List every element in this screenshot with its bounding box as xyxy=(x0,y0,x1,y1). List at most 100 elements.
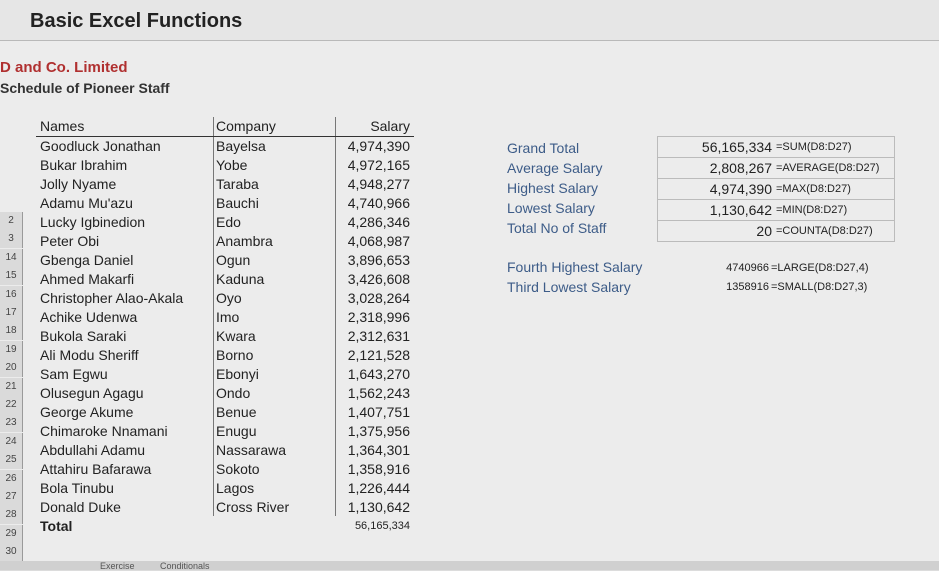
staff-name-cell[interactable]: Jolly Nyame xyxy=(40,175,215,194)
row-number[interactable]: 2 xyxy=(0,212,23,230)
row-number[interactable]: 16 xyxy=(0,285,23,304)
row-number[interactable]: 23 xyxy=(0,414,23,433)
staff-company-cell[interactable]: Borno xyxy=(216,346,334,365)
staff-salary-cell[interactable]: 1,562,243 xyxy=(336,384,410,403)
stat-label[interactable]: Total No of Staff xyxy=(507,218,606,238)
staff-name-cell[interactable]: Donald Duke xyxy=(40,498,215,517)
staff-salary-cell[interactable]: 1,358,916 xyxy=(336,460,410,479)
staff-company-cell[interactable]: Kwara xyxy=(216,327,334,346)
row-number[interactable]: 20 xyxy=(0,359,23,378)
staff-salary-cell[interactable]: 4,740,966 xyxy=(336,194,410,213)
staff-company-cell[interactable]: Enugu xyxy=(216,422,334,441)
stat-value[interactable]: 20 xyxy=(756,221,772,241)
staff-name-cell[interactable]: Achike Udenwa xyxy=(40,308,215,327)
staff-company-cell[interactable]: Ondo xyxy=(216,384,334,403)
stat-formula[interactable]: =COUNTA(D8:D27) xyxy=(776,221,873,241)
stat-label[interactable]: Average Salary xyxy=(507,158,606,178)
staff-company-cell[interactable]: Nassarawa xyxy=(216,441,334,460)
staff-company-cell[interactable]: Anambra xyxy=(216,232,334,251)
stat-value[interactable]: 1,130,642 xyxy=(710,200,772,220)
row-number[interactable]: 25 xyxy=(0,451,23,470)
row-number[interactable]: 19 xyxy=(0,340,23,359)
staff-salary-cell[interactable]: 4,948,277 xyxy=(336,175,410,194)
rank-label[interactable]: Fourth Highest Salary xyxy=(507,257,642,277)
staff-company-cell[interactable]: Bauchi xyxy=(216,194,334,213)
row-number[interactable]: 27 xyxy=(0,488,23,506)
staff-salary-cell[interactable]: 4,972,165 xyxy=(336,156,410,175)
staff-company-cell[interactable]: Oyo xyxy=(216,289,334,308)
staff-salary-cell[interactable]: 4,974,390 xyxy=(336,137,410,156)
rank-formula[interactable]: =SMALL(D8:D27,3) xyxy=(771,278,867,297)
staff-company-cell[interactable]: Ogun xyxy=(216,251,334,270)
staff-name-cell[interactable]: Christopher Alao-Akala xyxy=(40,289,215,308)
staff-name-cell[interactable]: George Akume xyxy=(40,403,215,422)
staff-salary-cell[interactable]: 4,068,987 xyxy=(336,232,410,251)
staff-salary-cell[interactable]: 1,375,956 xyxy=(336,422,410,441)
staff-company-cell[interactable]: Edo xyxy=(216,213,334,232)
rank-value[interactable]: 4740966 xyxy=(726,259,769,278)
stat-label[interactable]: Highest Salary xyxy=(507,178,606,198)
stat-value[interactable]: 2,808,267 xyxy=(710,158,772,178)
staff-name-cell[interactable]: Chimaroke Nnamani xyxy=(40,422,215,441)
rank-value[interactable]: 1358916 xyxy=(726,278,769,297)
staff-salary-cell[interactable]: 1,643,270 xyxy=(336,365,410,384)
staff-salary-cell[interactable]: 3,028,264 xyxy=(336,289,410,308)
stat-value[interactable]: 4,974,390 xyxy=(710,179,772,199)
staff-company-cell[interactable]: Sokoto xyxy=(216,460,334,479)
stat-formula[interactable]: =SUM(D8:D27) xyxy=(776,137,852,157)
staff-name-cell[interactable]: Bukar Ibrahim xyxy=(40,156,215,175)
stat-formula[interactable]: =MAX(D8:D27) xyxy=(776,179,851,199)
rank-formula[interactable]: =LARGE(D8:D27,4) xyxy=(771,259,869,278)
staff-salary-cell[interactable]: 1,364,301 xyxy=(336,441,410,460)
stat-label[interactable]: Lowest Salary xyxy=(507,198,606,218)
staff-name-cell[interactable]: Goodluck Jonathan xyxy=(40,137,215,156)
staff-salary-cell[interactable]: 1,130,642 xyxy=(336,498,410,517)
staff-salary-cell[interactable]: 3,426,608 xyxy=(336,270,410,289)
staff-name-cell[interactable]: Gbenga Daniel xyxy=(40,251,215,270)
schedule-title[interactable]: Schedule of Pioneer Staff xyxy=(0,80,170,96)
row-number[interactable]: 24 xyxy=(0,432,23,451)
row-number[interactable]: 18 xyxy=(0,322,23,341)
staff-salary-cell[interactable]: 2,318,996 xyxy=(336,308,410,327)
staff-company-cell[interactable]: Cross River xyxy=(216,498,334,517)
row-number[interactable]: 3 xyxy=(0,230,23,249)
total-value[interactable]: 56,165,334 xyxy=(336,517,410,536)
total-label[interactable]: Total xyxy=(40,517,215,536)
staff-salary-cell[interactable]: 2,312,631 xyxy=(336,327,410,346)
staff-company-cell[interactable]: Kaduna xyxy=(216,270,334,289)
staff-name-cell[interactable]: Ahmed Makarfi xyxy=(40,270,215,289)
staff-salary-cell[interactable]: 3,896,653 xyxy=(336,251,410,270)
row-number[interactable]: 14 xyxy=(0,248,23,267)
staff-salary-cell[interactable]: 4,286,346 xyxy=(336,213,410,232)
staff-name-cell[interactable]: Abdullahi Adamu xyxy=(40,441,215,460)
header-names[interactable]: Names xyxy=(40,117,215,136)
staff-name-cell[interactable]: Olusegun Agagu xyxy=(40,384,215,403)
row-number[interactable]: 21 xyxy=(0,377,23,396)
staff-name-cell[interactable]: Bola Tinubu xyxy=(40,479,215,498)
row-number[interactable]: 28 xyxy=(0,506,23,525)
staff-salary-cell[interactable]: 1,407,751 xyxy=(336,403,410,422)
staff-name-cell[interactable]: Attahiru Bafarawa xyxy=(40,460,215,479)
staff-company-cell[interactable]: Ebonyi xyxy=(216,365,334,384)
stat-formula[interactable]: =MIN(D8:D27) xyxy=(776,200,847,220)
rank-label[interactable]: Third Lowest Salary xyxy=(507,277,642,297)
staff-name-cell[interactable]: Lucky Igbinedion xyxy=(40,213,215,232)
stat-label[interactable]: Grand Total xyxy=(507,138,606,158)
row-number[interactable]: 22 xyxy=(0,396,23,414)
staff-name-cell[interactable]: Ali Modu Sheriff xyxy=(40,346,215,365)
header-company[interactable]: Company xyxy=(216,117,334,136)
staff-name-cell[interactable]: Peter Obi xyxy=(40,232,215,251)
staff-company-cell[interactable]: Imo xyxy=(216,308,334,327)
staff-company-cell[interactable]: Taraba xyxy=(216,175,334,194)
stat-value[interactable]: 56,165,334 xyxy=(702,137,772,157)
row-number[interactable]: 26 xyxy=(0,469,23,488)
row-number[interactable]: 15 xyxy=(0,267,23,286)
row-number[interactable]: 30 xyxy=(0,543,23,562)
staff-salary-cell[interactable]: 1,226,444 xyxy=(336,479,410,498)
stat-formula[interactable]: =AVERAGE(D8:D27) xyxy=(776,158,879,178)
staff-company-cell[interactable]: Benue xyxy=(216,403,334,422)
staff-name-cell[interactable]: Sam Egwu xyxy=(40,365,215,384)
staff-name-cell[interactable]: Bukola Saraki xyxy=(40,327,215,346)
row-number[interactable]: 17 xyxy=(0,304,23,322)
row-number[interactable]: 29 xyxy=(0,524,23,543)
